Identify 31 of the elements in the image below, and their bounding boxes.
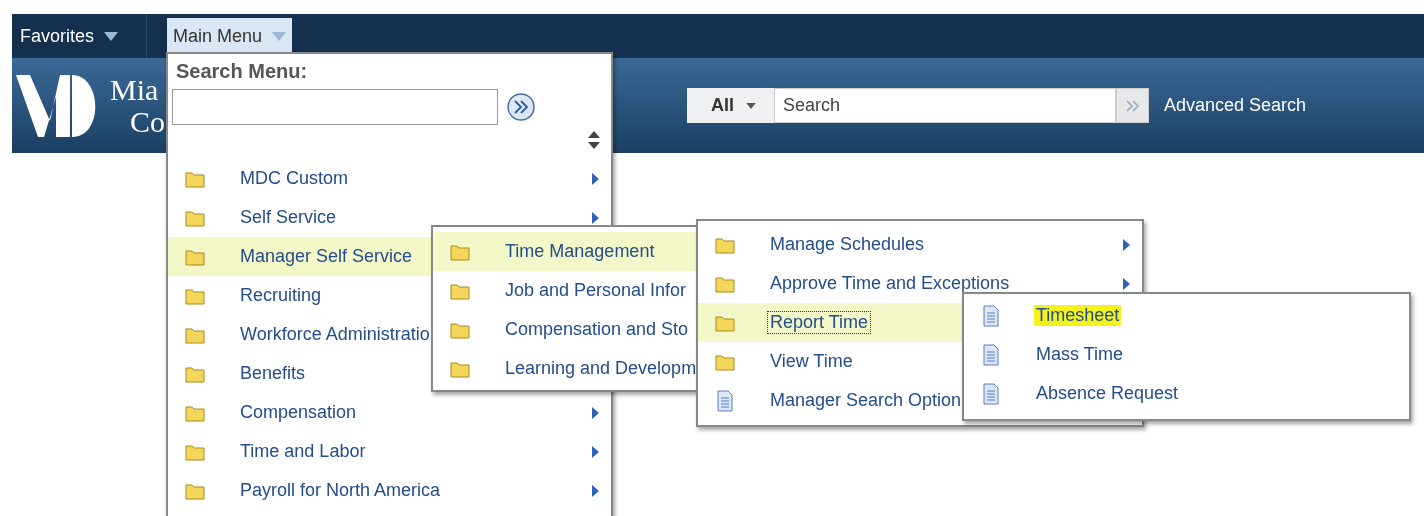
logo-text: Co bbox=[130, 105, 165, 138]
arrow-icon bbox=[1123, 238, 1130, 251]
scope-dropdown[interactable]: All bbox=[687, 88, 774, 123]
sort-icon[interactable] bbox=[588, 131, 600, 149]
menu-item[interactable]: Absence Request bbox=[964, 374, 1409, 413]
document-icon bbox=[714, 389, 736, 412]
arrow-icon bbox=[592, 445, 599, 458]
search-menu-label: Search Menu: bbox=[176, 60, 309, 83]
menu-item[interactable]: Payroll for North America bbox=[168, 471, 611, 510]
menu-item[interactable]: Learning and Developm bbox=[433, 349, 709, 388]
chevrons-icon bbox=[1125, 99, 1140, 112]
document-icon bbox=[980, 343, 1002, 366]
menu-item[interactable]: Compensation bbox=[168, 393, 611, 432]
document-icon bbox=[980, 304, 1002, 327]
arrow-icon bbox=[592, 406, 599, 419]
caret-icon bbox=[104, 31, 119, 41]
search-go-icon[interactable] bbox=[506, 92, 536, 122]
menu-search-field[interactable] bbox=[172, 89, 498, 125]
main-menu[interactable]: Main Menu bbox=[167, 18, 293, 54]
arrow-icon bbox=[592, 484, 599, 497]
caret-icon bbox=[272, 31, 287, 41]
search-field[interactable]: Search bbox=[774, 88, 1116, 123]
arrow-icon bbox=[1123, 277, 1130, 290]
menu-item[interactable]: MDC Custom bbox=[168, 159, 611, 198]
document-icon bbox=[980, 382, 1002, 405]
caret-icon bbox=[746, 102, 756, 109]
advanced-search-link[interactable]: Advanced Search bbox=[1164, 95, 1307, 116]
arrow-icon bbox=[592, 172, 599, 185]
menu-item[interactable]: Time and Labor bbox=[168, 432, 611, 471]
arrow-icon bbox=[592, 211, 599, 224]
logo-text: Mia bbox=[110, 73, 159, 106]
